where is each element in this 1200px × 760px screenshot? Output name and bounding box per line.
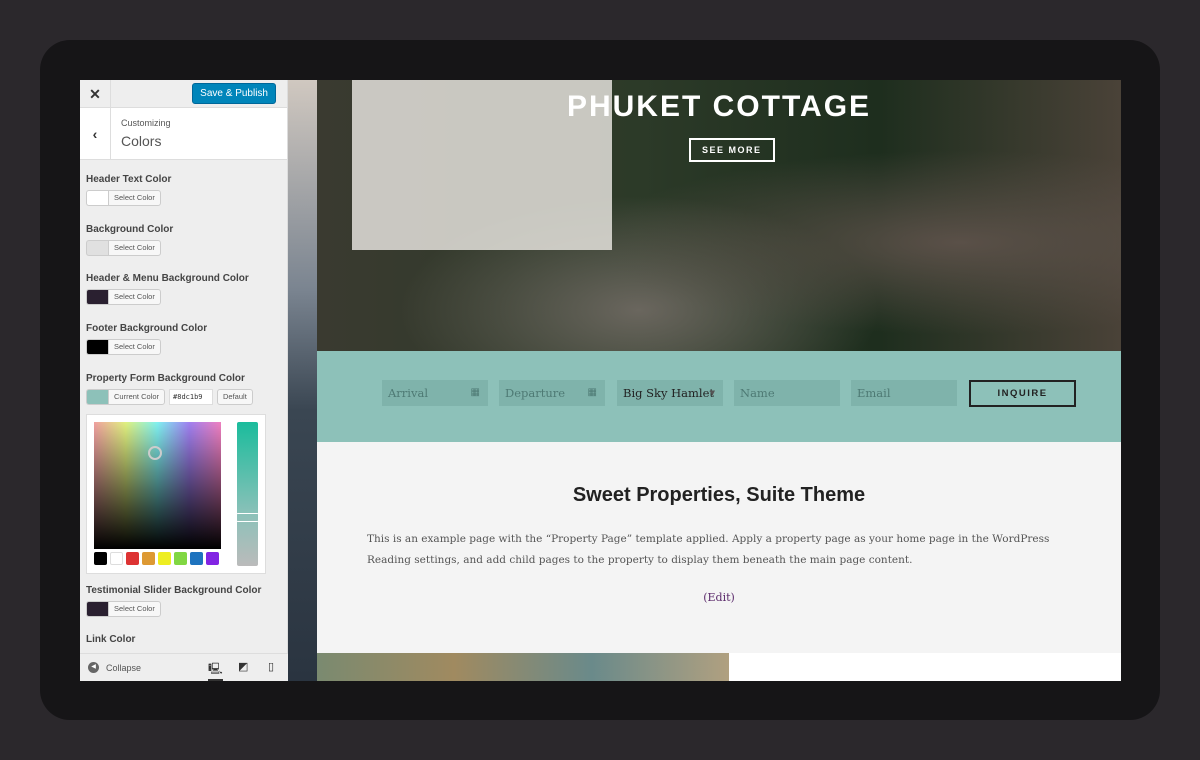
- page-content: Sweet Properties, Suite Theme This is an…: [317, 442, 1121, 653]
- see-more-button[interactable]: SEE MORE: [689, 138, 775, 162]
- page-body: This is an example page with the “Proper…: [367, 533, 1050, 566]
- control-label: Header Text Color: [86, 174, 172, 185]
- departure-input[interactable]: Departure ▦: [499, 380, 605, 406]
- control-label: Background Color: [86, 224, 174, 235]
- control-label: Property Form Background Color: [86, 373, 245, 384]
- palette-swatch[interactable]: [126, 552, 139, 565]
- customizer-sidebar: ✕ Save & Publish ‹ Customizing Colors He…: [80, 80, 288, 681]
- current-color-button[interactable]: Current Color: [108, 389, 166, 405]
- collapse-button[interactable]: ◀ Collapse: [88, 662, 141, 673]
- select-color-button[interactable]: Select Color: [108, 289, 161, 305]
- color-swatch[interactable]: [86, 389, 108, 405]
- control-header-menu-background-color: Header & Menu Background Color Select Co…: [86, 273, 249, 305]
- arrival-input[interactable]: Arrival ▦: [382, 380, 488, 406]
- section-title: Colors: [121, 133, 162, 149]
- calendar-icon: ▦: [470, 387, 480, 398]
- select-color-button[interactable]: Select Color: [108, 240, 161, 256]
- name-placeholder: Name: [740, 386, 775, 400]
- page-heading: Sweet Properties, Suite Theme: [572, 484, 866, 506]
- control-label: Footer Background Color: [86, 323, 208, 334]
- control-label: Testimonial Slider Background Color: [86, 585, 262, 596]
- palette-swatch[interactable]: [206, 552, 219, 565]
- color-swatch[interactable]: [86, 601, 108, 617]
- palette-swatch[interactable]: [110, 552, 123, 565]
- color-picker: [86, 414, 266, 574]
- site-title[interactable]: PHUKET COTTAGE: [317, 90, 1121, 124]
- palette: [94, 552, 219, 565]
- breadcrumb: Customizing: [121, 118, 171, 128]
- property-select[interactable]: Big Sky Hamlet ▼: [617, 380, 723, 406]
- name-input[interactable]: Name: [734, 380, 840, 406]
- control-footer-background-color: Footer Background Color Select Color: [86, 323, 207, 355]
- email-input[interactable]: Email: [851, 380, 957, 406]
- default-button[interactable]: Default: [217, 389, 253, 405]
- hero-image: PHUKET COTTAGE SEE MORE: [317, 80, 1121, 351]
- select-color-button[interactable]: Select Color: [108, 190, 161, 206]
- departure-placeholder: Departure: [505, 386, 566, 400]
- control-property-form-background-color: Property Form Background Color Current C…: [86, 373, 253, 405]
- inquire-button[interactable]: INQUIRE: [969, 380, 1076, 407]
- desktop-preview-icon[interactable]: 🖳: [208, 660, 223, 681]
- color-swatch[interactable]: [86, 339, 108, 355]
- hue-slider-handle[interactable]: [235, 513, 260, 522]
- color-swatch[interactable]: [86, 190, 108, 206]
- palette-swatch[interactable]: [174, 552, 187, 565]
- control-header-text-color: Header Text Color Select Color: [86, 174, 171, 206]
- control-label: Link Color: [86, 634, 136, 645]
- color-swatch[interactable]: [86, 240, 108, 256]
- control-testimonial-slider-background-color: Testimonial Slider Background Color Sele…: [86, 585, 261, 617]
- tablet-preview-icon[interactable]: ◩: [238, 660, 248, 673]
- control-link-color: Link Color: [86, 634, 135, 650]
- property-form: Arrival ▦ Departure ▦ Big Sky Hamlet ▼ Name…: [317, 351, 1121, 442]
- email-placeholder: Email: [857, 386, 891, 400]
- mobile-preview-icon[interactable]: ▯: [268, 660, 274, 673]
- edit-link[interactable]: (Edit): [317, 591, 1121, 604]
- palette-swatch[interactable]: [158, 552, 171, 565]
- arrival-placeholder: Arrival: [388, 386, 429, 400]
- color-swatch[interactable]: [86, 289, 108, 305]
- control-label: Header & Menu Background Color: [86, 273, 249, 284]
- back-chevron-icon[interactable]: ‹: [80, 108, 111, 160]
- palette-swatch[interactable]: [142, 552, 155, 565]
- hue-slider[interactable]: [237, 422, 258, 566]
- control-background-color: Background Color Select Color: [86, 224, 173, 256]
- picker-handle[interactable]: [148, 446, 162, 460]
- collapse-arrow-icon: ◀: [88, 662, 99, 673]
- saturation-area[interactable]: [94, 422, 221, 549]
- site-preview: PHUKET COTTAGE SEE MORE Arrival ▦ Departu…: [288, 80, 1121, 681]
- child-page-image[interactable]: [317, 653, 729, 681]
- select-color-button[interactable]: Select Color: [108, 339, 161, 355]
- close-icon[interactable]: ✕: [80, 80, 111, 108]
- background-image-strip: [288, 80, 317, 681]
- select-color-button[interactable]: Select Color: [108, 601, 161, 617]
- screen: ✕ Save & Publish ‹ Customizing Colors He…: [80, 80, 1121, 681]
- chevron-down-icon: ▼: [709, 389, 715, 397]
- palette-swatch[interactable]: [94, 552, 107, 565]
- collapse-label: Collapse: [106, 662, 142, 673]
- palette-swatch[interactable]: [190, 552, 203, 565]
- hex-input[interactable]: #8dc1b9: [169, 389, 214, 405]
- calendar-icon: ▦: [587, 387, 597, 398]
- customizer-footer: ◀ Collapse 🖳 ◩ ▯: [80, 653, 288, 681]
- property-value: Big Sky Hamlet: [623, 386, 715, 400]
- save-publish-button[interactable]: Save & Publish: [192, 83, 276, 104]
